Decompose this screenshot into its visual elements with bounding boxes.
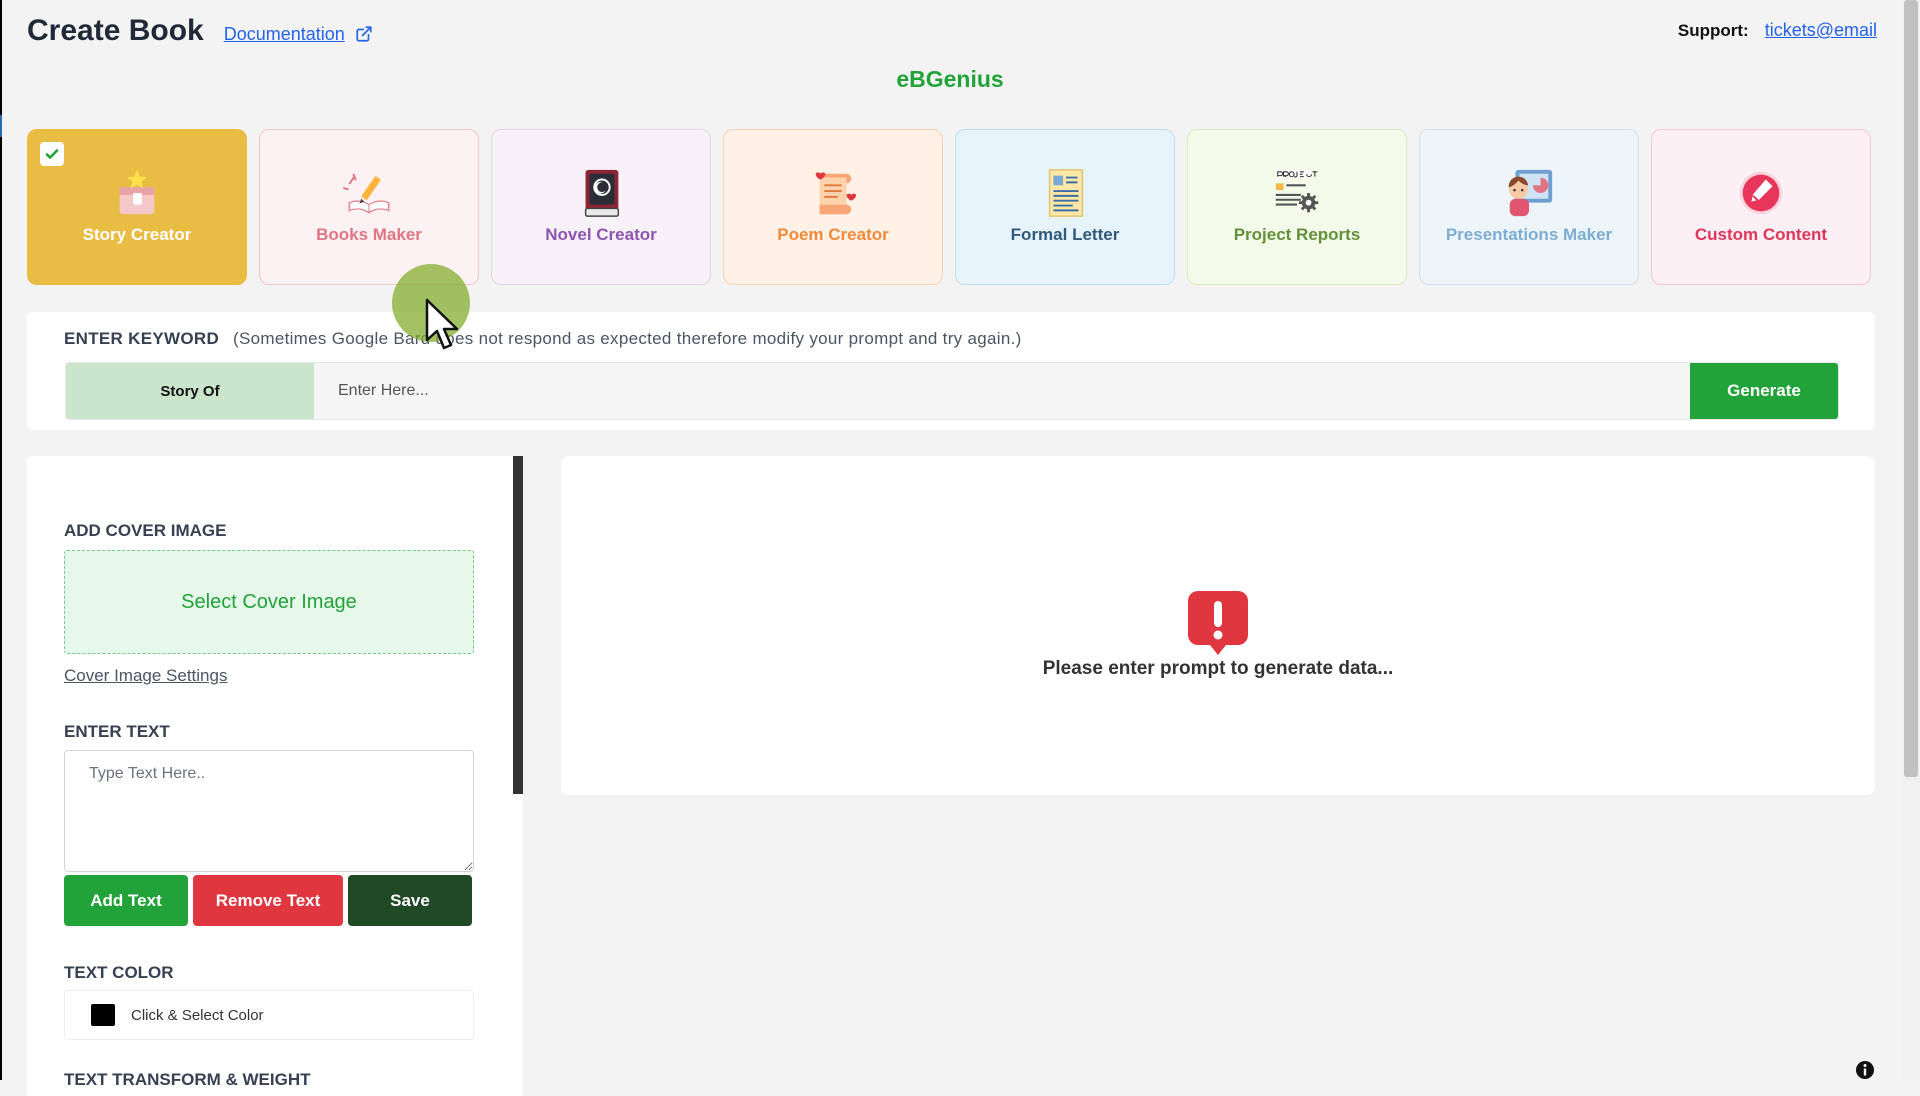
- add-text-button[interactable]: Add Text: [64, 875, 188, 926]
- keyword-panel: ENTER KEYWORD (Sometimes Google Bard does…: [27, 312, 1875, 430]
- output-panel: Please enter prompt to generate data...: [561, 456, 1875, 795]
- letter-document-icon: [1037, 165, 1093, 221]
- custom-pen-icon: [1733, 165, 1789, 221]
- tool-card-label: Poem Creator: [777, 225, 889, 244]
- tool-card-label: Books Maker: [316, 225, 422, 244]
- scroll-hearts-icon: [805, 165, 861, 221]
- tool-card-label: Novel Creator: [545, 225, 657, 244]
- window-left-edge: [0, 0, 2, 1080]
- color-picker-label: Click & Select Color: [131, 1006, 264, 1024]
- external-link-icon: [356, 26, 372, 42]
- tool-card-label: Story Creator: [82, 225, 192, 244]
- keyword-note: (Sometimes Google Bard does not respond …: [233, 329, 1022, 348]
- cover-image-heading: ADD COVER IMAGE: [64, 521, 227, 540]
- gift-box-icon: [109, 165, 165, 221]
- novel-book-icon: [573, 165, 629, 221]
- text-color-picker[interactable]: Click & Select Color: [64, 990, 474, 1040]
- tool-card-custom-content[interactable]: Custom Content: [1651, 129, 1871, 285]
- tool-card-label: Custom Content: [1694, 225, 1828, 244]
- text-color-heading: TEXT COLOR: [64, 963, 174, 982]
- generate-button[interactable]: Generate: [1690, 363, 1838, 419]
- tool-card-label: Project Reports: [1233, 225, 1361, 244]
- text-action-buttons: Add Text Remove Text Save: [64, 875, 472, 926]
- alert-icon: [1188, 591, 1248, 655]
- selected-check-icon: [40, 142, 64, 166]
- enter-text-heading: ENTER TEXT: [64, 722, 170, 741]
- cover-image-settings-link[interactable]: Cover Image Settings: [64, 666, 227, 686]
- info-icon[interactable]: [1855, 1060, 1875, 1080]
- tool-card-books-maker[interactable]: Books Maker: [259, 129, 479, 285]
- tool-card-formal-letter[interactable]: Formal Letter: [955, 129, 1175, 285]
- tool-card-label: Presentations Maker: [1445, 225, 1613, 244]
- documentation-link[interactable]: Documentation: [224, 24, 373, 45]
- editor-panel-scrollbar[interactable]: [513, 456, 523, 794]
- support-info: Support: tickets@email: [1678, 20, 1877, 41]
- keyword-heading-label: ENTER KEYWORD: [64, 329, 220, 348]
- color-swatch: [91, 1004, 115, 1026]
- tool-card-story-creator[interactable]: Story Creator: [27, 129, 247, 285]
- page-title: Create Book: [27, 14, 204, 47]
- brand-name: eBGenius: [896, 66, 1004, 92]
- keyword-input[interactable]: [314, 363, 1690, 419]
- remove-text-button[interactable]: Remove Text: [193, 875, 343, 926]
- presenter-icon: [1501, 165, 1557, 221]
- tool-card-novel-creator[interactable]: Novel Creator: [491, 129, 711, 285]
- mouse-cursor-icon: [425, 298, 459, 350]
- empty-state-message: Please enter prompt to generate data...: [1042, 658, 1394, 679]
- documentation-link-label: Documentation: [223, 23, 345, 44]
- window-left-edge-accent: [0, 115, 2, 137]
- select-cover-image-button[interactable]: Select Cover Image: [64, 550, 474, 654]
- tool-cards: Story Creator Books Maker Novel Creator …: [27, 129, 1871, 285]
- support-label: Support:: [1677, 20, 1749, 40]
- text-transform-heading: TEXT TRANSFORM & WEIGHT: [64, 1070, 311, 1089]
- page-header: Create Book Documentation: [27, 14, 373, 48]
- tool-card-presentations-maker[interactable]: Presentations Maker: [1419, 129, 1639, 285]
- tool-card-project-reports[interactable]: Project Reports: [1187, 129, 1407, 285]
- project-gear-icon: [1269, 165, 1325, 221]
- page-scrollbar-thumb[interactable]: [1904, 0, 1918, 777]
- tool-card-label: Formal Letter: [1010, 225, 1120, 244]
- save-button[interactable]: Save: [348, 875, 472, 926]
- book-pencil-icon: [341, 165, 397, 221]
- cover-text-input[interactable]: [64, 750, 474, 872]
- support-email-link[interactable]: tickets@email: [1765, 20, 1877, 41]
- keyword-prefix: Story Of: [66, 363, 314, 419]
- keyword-heading: ENTER KEYWORD (Sometimes Google Bard does…: [64, 329, 1022, 349]
- cover-editor-panel: ADD COVER IMAGE Select Cover Image Cover…: [27, 456, 523, 1096]
- tool-card-poem-creator[interactable]: Poem Creator: [723, 129, 943, 285]
- keyword-input-group: Story Of Generate: [65, 362, 1839, 420]
